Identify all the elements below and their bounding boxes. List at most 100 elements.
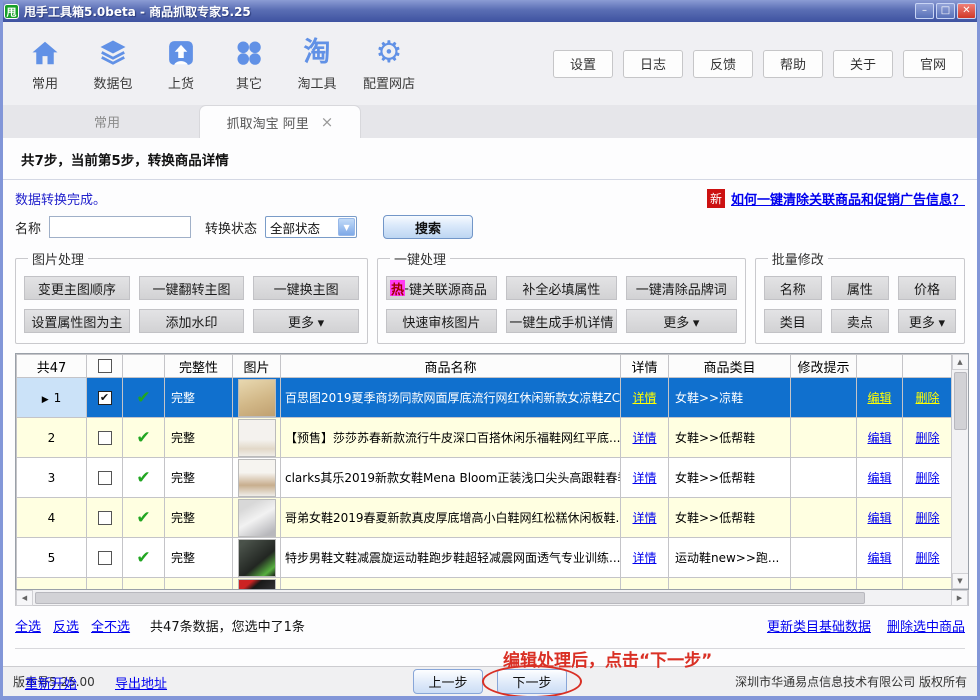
chevron-down-icon[interactable]: ▼ <box>338 218 355 236</box>
batch-category-button[interactable]: 类目 <box>764 309 822 333</box>
clear-brand-words-button[interactable]: 一键清除品牌词 <box>626 276 737 300</box>
status-select[interactable]: 全部状态 ▼ <box>265 216 357 238</box>
fill-required-attrs-button[interactable]: 补全必填属性 <box>506 276 617 300</box>
batch-attr-button[interactable]: 属性 <box>831 276 889 300</box>
detail-link[interactable]: 详情 <box>632 391 656 405</box>
upload-icon <box>166 36 196 70</box>
col-delete <box>903 355 953 378</box>
help-button[interactable]: 帮助 <box>763 50 823 78</box>
table-row[interactable]: 4 ✔ 完整 哥弟女鞋2019春夏新款真皮厚底增高小白鞋网红松糕休闲板鞋... … <box>17 498 953 538</box>
nav-item-peizhiwangdian[interactable]: ⚙ 配置网店 <box>363 36 415 92</box>
batch-name-button[interactable]: 名称 <box>764 276 822 300</box>
log-button[interactable]: 日志 <box>623 50 683 78</box>
minimize-button[interactable]: – <box>915 3 934 19</box>
row-checkbox[interactable] <box>98 471 112 485</box>
table-row[interactable]: ▶1 ✔ ✔ 完整 百思图2019夏季商场同款网面厚底流行网红休闲新款女凉鞋ZC… <box>17 378 953 418</box>
col-checkbox <box>87 355 123 378</box>
clover-icon <box>233 36 265 70</box>
oneclick-more-button[interactable]: 更多 ▾ <box>626 309 737 333</box>
row-checkbox[interactable] <box>98 511 112 525</box>
nav-item-taogongju[interactable]: 淘 淘工具 <box>295 36 339 92</box>
row-checkbox[interactable] <box>98 431 112 445</box>
help-link[interactable]: 如何一键清除关联商品和促销广告信息？ <box>731 189 965 208</box>
scroll-left-icon[interactable]: ◀ <box>16 590 33 606</box>
batch-sellpoint-button[interactable]: 卖点 <box>831 309 889 333</box>
scroll-down-icon[interactable]: ▼ <box>952 573 969 589</box>
toolbar-nav: 常用 数据包 上货 其它 淘 淘工 <box>23 36 415 92</box>
change-main-image-order-button[interactable]: 变更主图顺序 <box>24 276 130 300</box>
update-category-data-link[interactable]: 更新类目基础数据 <box>767 616 871 635</box>
col-edit <box>857 355 903 378</box>
col-count: 共47 <box>17 355 87 378</box>
detail-link[interactable]: 详情 <box>632 551 656 565</box>
col-product-name: 商品名称 <box>281 355 621 378</box>
generate-mobile-detail-button[interactable]: 一键生成手机详情 <box>506 309 617 333</box>
tab-changyong[interactable]: 常用 <box>15 105 199 138</box>
edit-link[interactable]: 编辑 <box>867 391 891 405</box>
table-row[interactable]: 5 ✔ 完整 特步男鞋文鞋减震旋运动鞋跑步鞋超轻减震网面透气专业训练... 详情… <box>17 538 953 578</box>
deselect-all-link[interactable]: 全不选 <box>91 616 130 635</box>
tab-close-icon[interactable]: × <box>321 113 334 131</box>
restart-link[interactable]: 重新开始 <box>25 673 77 692</box>
row-checkbox[interactable] <box>98 551 112 565</box>
vertical-scroll-thumb[interactable] <box>954 372 967 430</box>
row-checkbox[interactable]: ✔ <box>98 391 112 405</box>
maximize-button[interactable]: □ <box>936 3 955 19</box>
close-button[interactable]: ✕ <box>957 3 976 19</box>
link-source-product-button[interactable]: 热 一键关联源商品 <box>386 276 497 300</box>
scroll-up-icon[interactable]: ▲ <box>952 354 969 370</box>
row-marker-icon: ▶ <box>42 395 49 405</box>
name-search-input[interactable] <box>49 216 191 238</box>
vertical-scrollbar[interactable]: ▲ ▼ <box>951 354 968 589</box>
delete-selected-link[interactable]: 删除选中商品 <box>887 616 965 635</box>
detail-link[interactable]: 详情 <box>632 471 656 485</box>
quick-review-images-button[interactable]: 快速审核图片 <box>386 309 497 333</box>
edit-link[interactable]: 编辑 <box>867 511 891 525</box>
table-row[interactable]: 3 ✔ 完整 clarks其乐2019新款女鞋Mena Bloom正装浅口尖头高… <box>17 458 953 498</box>
search-button[interactable]: 搜索 <box>383 215 473 239</box>
invert-selection-link[interactable]: 反选 <box>53 616 79 635</box>
feedback-button[interactable]: 反馈 <box>693 50 753 78</box>
add-watermark-button[interactable]: 添加水印 <box>139 309 245 333</box>
toolbar-actions: 设置 日志 反馈 帮助 关于 官网 <box>553 50 963 78</box>
delete-link[interactable]: 删除 <box>915 471 939 485</box>
batch-price-button[interactable]: 价格 <box>898 276 956 300</box>
nav-item-shujubao[interactable]: 数据包 <box>91 36 135 92</box>
next-step-button[interactable]: 下一步 <box>497 669 567 694</box>
set-attr-image-main-button[interactable]: 设置属性图为主 <box>24 309 130 333</box>
nav-item-changyong[interactable]: 常用 <box>23 36 67 92</box>
flip-main-image-button[interactable]: 一键翻转主图 <box>139 276 245 300</box>
tab-zhuaqu-taobao-ali[interactable]: 抓取淘宝 阿里 × <box>199 105 361 138</box>
delete-link[interactable]: 删除 <box>915 511 939 525</box>
select-all-link[interactable]: 全选 <box>15 616 41 635</box>
replace-main-image-button[interactable]: 一键换主图 <box>253 276 359 300</box>
scroll-right-icon[interactable]: ▶ <box>951 590 968 606</box>
red-annotation-text: 编辑处理后，点击“下一步” <box>503 646 712 671</box>
edit-link[interactable]: 编辑 <box>867 551 891 565</box>
detail-link[interactable]: 详情 <box>632 511 656 525</box>
nav-item-qita[interactable]: 其它 <box>227 36 271 92</box>
nav-item-shanghuo[interactable]: 上货 <box>159 36 203 92</box>
select-all-checkbox[interactable] <box>98 359 112 373</box>
table-row[interactable]: 6 ✔ 完整 李宁男鞋运动鞋男士夏季网面透气减震跑步鞋轻便专业训练... 详情 … <box>17 578 953 591</box>
image-more-button[interactable]: 更多 ▾ <box>253 309 359 333</box>
delete-link[interactable]: 删除 <box>915 431 939 445</box>
taobao-icon: 淘 <box>304 36 331 70</box>
settings-button[interactable]: 设置 <box>553 50 613 78</box>
batch-more-button[interactable]: 更多 ▾ <box>898 309 956 333</box>
delete-link[interactable]: 删除 <box>915 391 939 405</box>
horizontal-scrollbar[interactable]: ◀ ▶ <box>15 590 969 606</box>
export-address-link[interactable]: 导出地址 <box>115 673 167 692</box>
col-image: 图片 <box>233 355 281 378</box>
content-area: 数据转换完成。 新 如何一键清除关联商品和促销广告信息？ 名称 转换状态 全部状… <box>3 180 977 700</box>
edit-link[interactable]: 编辑 <box>867 471 891 485</box>
delete-link[interactable]: 删除 <box>915 551 939 565</box>
edit-link[interactable]: 编辑 <box>867 431 891 445</box>
previous-step-button[interactable]: 上一步 <box>413 669 483 694</box>
table-row[interactable]: 2 ✔ 完整 【预售】莎莎苏春新款流行牛皮深口百搭休闲乐福鞋网红平底... 详情… <box>17 418 953 458</box>
about-button[interactable]: 关于 <box>833 50 893 78</box>
detail-link[interactable]: 详情 <box>632 431 656 445</box>
horizontal-scroll-thumb[interactable] <box>35 592 865 604</box>
product-name: 李宁男鞋运动鞋男士夏季网面透气减震跑步鞋轻便专业训练... <box>281 578 621 591</box>
official-site-button[interactable]: 官网 <box>903 50 963 78</box>
